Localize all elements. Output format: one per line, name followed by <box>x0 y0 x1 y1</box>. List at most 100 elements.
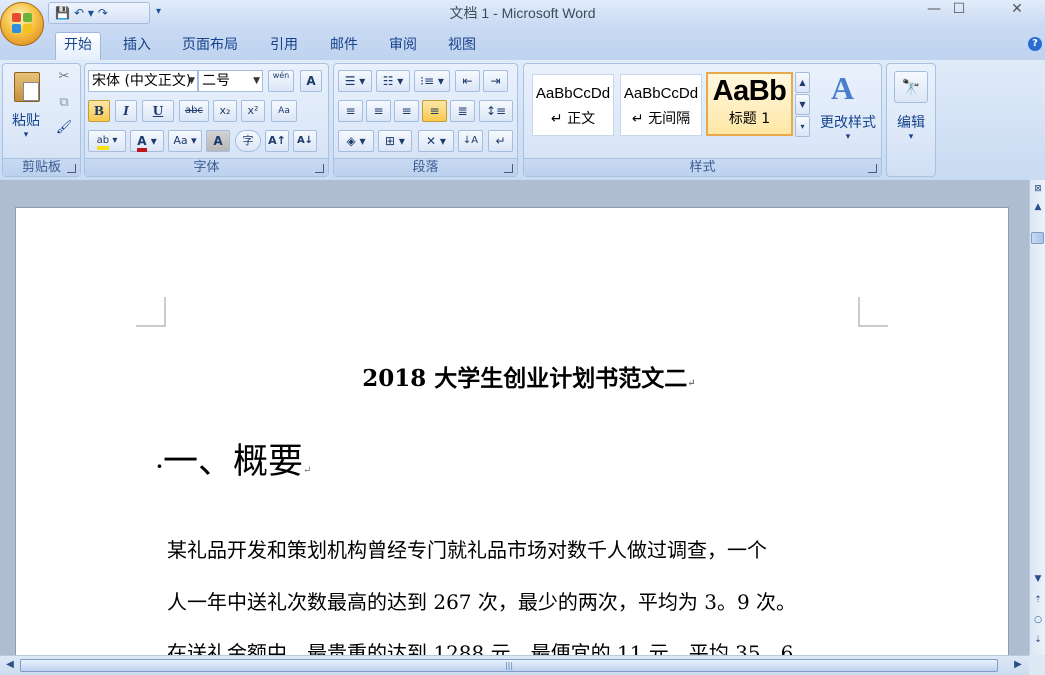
chevron-down-icon: ▼ <box>188 76 195 86</box>
show-marks-button[interactable]: ↵ <box>488 130 513 152</box>
document-title[interactable]: 2018 大学生创业计划书范文二↵ <box>16 359 1008 393</box>
align-left-button[interactable]: ≡ <box>338 100 363 122</box>
clear-formatting-button[interactable]: Aa <box>271 100 297 122</box>
subscript-button[interactable]: x₂ <box>213 100 237 122</box>
tab-page-layout[interactable]: 页面布局 <box>174 35 246 59</box>
cut-icon[interactable]: ✂ <box>55 69 73 84</box>
scroll-left-icon[interactable]: ◀ <box>3 658 17 672</box>
highlighter-icon: ab <box>96 135 110 150</box>
align-right-button[interactable]: ≡ <box>394 100 419 122</box>
format-painter-icon[interactable]: 🖌 <box>55 120 73 135</box>
sort-button[interactable]: ↓A <box>458 130 483 152</box>
paragraph-line[interactable]: 人一年中送礼次数最高的达到 267 次，最少的两次，平均为 3。9 次。 <box>167 586 867 615</box>
ribbon-tabs: 开始 插入 页面布局 引用 邮件 审阅 视图 ? <box>0 26 1045 60</box>
bold-button[interactable]: B <box>88 100 110 122</box>
horizontal-scrollbar[interactable]: ◀ ||| ▶ <box>0 655 1029 675</box>
char-shading-button[interactable]: A <box>206 130 230 152</box>
close-button[interactable]: ✕ <box>995 0 1039 20</box>
font-size-combo[interactable]: 二号 ▼ <box>198 70 263 92</box>
font-color-button[interactable]: A ▾ <box>130 130 164 152</box>
gallery-more-icon[interactable]: ▾ <box>795 116 810 137</box>
style-heading-1[interactable]: AaBb 标题 1 <box>706 72 793 136</box>
superscript-button[interactable]: x² <box>241 100 265 122</box>
scroll-down-icon[interactable]: ▼ <box>1031 572 1045 586</box>
shrink-font-button[interactable]: A↓ <box>293 130 317 152</box>
paste-button[interactable]: 粘贴 <box>6 110 46 130</box>
bullets-button[interactable]: ☰ ▾ <box>338 70 372 92</box>
paragraph-mark-icon: ↵ <box>302 465 312 476</box>
change-case-button[interactable]: Aa ▾ <box>168 130 202 152</box>
scroll-right-icon[interactable]: ▶ <box>1011 658 1025 672</box>
ruler-toggle-icon[interactable]: ⊠ <box>1031 182 1045 196</box>
vertical-scrollbar[interactable]: ⊠ ▲ ▼ ⇡ ○ ⇣ <box>1029 180 1045 655</box>
bullets-icon: ☰ <box>344 74 356 88</box>
numbering-icon: ☷ <box>382 74 394 88</box>
help-icon[interactable]: ? <box>1028 37 1042 51</box>
underline-button[interactable]: U <box>142 100 174 122</box>
next-page-icon[interactable]: ⇣ <box>1031 633 1045 647</box>
clipboard-launcher-icon[interactable] <box>67 164 76 173</box>
change-styles-dropdown-icon[interactable]: ▾ <box>814 132 882 142</box>
strikethrough-button[interactable]: abc <box>179 100 209 122</box>
style-no-spacing[interactable]: AaBbCcDd ↵ 无间隔 <box>620 74 702 136</box>
tab-insert[interactable]: 插入 <box>115 35 159 59</box>
increase-indent-button[interactable]: ⇥ <box>483 70 508 92</box>
copy-icon[interactable]: ⧉ <box>55 95 73 110</box>
borders-button[interactable]: ⊞ ▾ <box>378 130 412 152</box>
multilevel-list-button[interactable]: ⁝≡ ▾ <box>414 70 450 92</box>
styles-gallery-scroll[interactable]: ▲ ▼ ▾ <box>795 72 810 138</box>
tab-home[interactable]: 开始 <box>55 32 101 60</box>
tab-mailings[interactable]: 邮件 <box>322 35 366 59</box>
multilevel-list-icon: ⁝≡ <box>420 74 435 88</box>
font-launcher-icon[interactable] <box>315 164 324 173</box>
shading-button[interactable]: ◈ ▾ <box>338 130 374 152</box>
paint-bucket-icon: ◈ <box>346 134 356 148</box>
bullet-marker: · <box>156 454 163 478</box>
enclose-characters-button[interactable]: 字 <box>235 130 261 152</box>
scrollbar-corner <box>1029 655 1045 675</box>
vertical-scroll-thumb[interactable] <box>1031 232 1044 244</box>
maximize-button[interactable]: ☐ <box>937 0 981 20</box>
change-case-label: Aa <box>173 134 188 147</box>
editing-dropdown-icon[interactable]: ▾ <box>887 132 935 142</box>
highlight-button[interactable]: ab ▾ <box>88 130 126 152</box>
distributed-button[interactable]: ≣ <box>450 100 475 122</box>
decrease-indent-button[interactable]: ⇤ <box>455 70 480 92</box>
paragraph-launcher-icon[interactable] <box>504 164 513 173</box>
heading-1[interactable]: ·一、概要↵ <box>156 433 311 484</box>
align-center-button[interactable]: ≡ <box>366 100 391 122</box>
paragraph-group-label: 段落 <box>334 158 517 176</box>
tab-references[interactable]: 引用 <box>262 35 306 59</box>
tab-view[interactable]: 视图 <box>440 35 484 59</box>
gallery-down-icon[interactable]: ▼ <box>795 94 810 115</box>
office-button[interactable] <box>0 2 44 46</box>
previous-page-icon[interactable]: ⇡ <box>1031 593 1045 607</box>
numbering-button[interactable]: ☷ ▾ <box>376 70 410 92</box>
scroll-up-icon[interactable]: ▲ <box>1031 200 1045 214</box>
styles-launcher-icon[interactable] <box>868 164 877 173</box>
paste-dropdown-icon[interactable]: ▾ <box>6 130 46 140</box>
paragraph-line[interactable]: 某礼品开发和策划机构曾经专门就礼品市场对数千人做过调查，一个 <box>167 534 867 563</box>
office-logo-icon <box>12 13 34 35</box>
grow-font-button[interactable]: A↑ <box>265 130 289 152</box>
justify-button[interactable]: ≡ <box>422 100 447 122</box>
style-normal[interactable]: AaBbCcDd ↵ 正文 <box>532 74 614 136</box>
chevron-down-icon: ▼ <box>253 76 260 86</box>
style-sample: AaBbCcDd <box>535 85 611 102</box>
paragraph-group: ☰ ▾ ☷ ▾ ⁝≡ ▾ ⇤ ⇥ ≡ ≡ ≡ ≡ ≣ ↕≡ ◈ ▾ ⊞ ▾ ✕ … <box>333 63 518 177</box>
line-spacing-button[interactable]: ↕≡ <box>479 100 513 122</box>
change-styles-button[interactable]: 更改样式 <box>814 112 882 132</box>
chinese-layout-button[interactable]: ✕ ▾ <box>418 130 454 152</box>
italic-button[interactable]: I <box>115 100 137 122</box>
page[interactable]: 2018 大学生创业计划书范文二↵ ·一、概要↵ 某礼品开发和策划机构曾经专门就… <box>15 207 1009 655</box>
font-name-combo[interactable]: 宋体 (中文正文) ▼ <box>88 70 198 92</box>
phonetic-guide-button[interactable]: wén <box>268 70 294 92</box>
gallery-up-icon[interactable]: ▲ <box>795 72 810 93</box>
horizontal-scroll-thumb[interactable]: ||| <box>20 659 998 672</box>
browse-object-icon[interactable]: ○ <box>1031 613 1045 627</box>
char-border-button[interactable]: A <box>300 70 322 92</box>
window-title: 文档 1 - Microsoft Word <box>449 5 596 21</box>
editing-button[interactable]: 编辑 <box>887 112 935 132</box>
paragraph-line[interactable]: 在送礼金额中，最贵重的达到 1288 元，最便宜的 11 元，平均 35。6 <box>167 637 867 655</box>
tab-review[interactable]: 审阅 <box>381 35 425 59</box>
